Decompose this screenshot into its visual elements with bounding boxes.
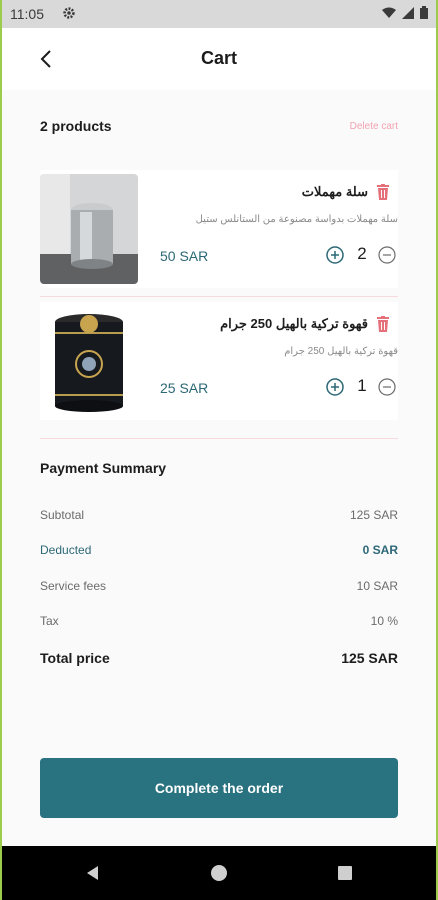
cart-content: 2 products Delete cart سلة مهملات سلة مه… (2, 90, 436, 846)
cart-item: سلة مهملات سلة مهملات بدواسة مصنوعة من ا… (40, 170, 398, 288)
summary-value: 125 SAR (349, 508, 398, 522)
nav-back-icon[interactable] (84, 864, 102, 882)
divider (40, 296, 398, 297)
trash-icon[interactable] (376, 184, 390, 200)
summary-label: Deducted (40, 543, 92, 557)
settings-icon (63, 7, 75, 19)
summary-row-total: Total price 125 SAR (40, 650, 398, 668)
summary-value: 10 SAR (356, 579, 398, 593)
status-bar: 11:05 (2, 0, 436, 28)
nav-recents-icon[interactable] (336, 864, 354, 882)
summary-label: Total price (40, 650, 110, 666)
summary-row-tax: Tax 10 % (40, 614, 398, 632)
trash-icon[interactable] (376, 316, 390, 332)
complete-order-button[interactable]: Complete the order (40, 758, 398, 818)
divider (40, 438, 398, 439)
product-image (40, 174, 138, 284)
product-name: سلة مهملات (301, 184, 368, 199)
summary-row-subtotal: Subtotal 125 SAR (40, 508, 398, 526)
quantity-value: 1 (357, 376, 367, 395)
minus-circle-icon[interactable] (378, 246, 396, 264)
cart-header: 2 products Delete cart (40, 118, 398, 138)
page-title: Cart (200, 48, 237, 68)
product-image (40, 306, 138, 416)
payment-summary-title: Payment Summary (40, 460, 167, 476)
summary-row-deducted: Deducted 0 SAR (40, 543, 398, 561)
product-count: 2 products (40, 118, 112, 134)
product-name: قهوة تركية بالهيل 250 جرام (220, 316, 368, 331)
summary-value: 0 SAR (362, 543, 398, 557)
phone-screen: 11:05 Cart 2 products Delete cart سلة مه… (2, 0, 436, 900)
plus-circle-icon[interactable] (326, 378, 344, 396)
summary-value: 10 % (370, 614, 398, 628)
nav-home-icon[interactable] (210, 864, 228, 882)
summary-label: Subtotal (40, 508, 85, 522)
signal-icon (402, 6, 414, 19)
android-nav-bar (2, 846, 436, 900)
status-time: 11:05 (10, 6, 44, 22)
delete-cart-button[interactable]: Delete cart (350, 121, 398, 132)
product-description: قهوة تركية بالهيل 250 جرام (284, 346, 398, 357)
product-price: 25 SAR (160, 380, 209, 396)
summary-value: 125 SAR (341, 650, 398, 666)
product-description: سلة مهملات بدواسة مصنوعة من الستانلس ستي… (195, 214, 398, 225)
cart-item: قهوة تركية بالهيل 250 جرام قهوة تركية با… (40, 302, 398, 420)
summary-label: Service fees (40, 579, 107, 593)
summary-row-service-fees: Service fees 10 SAR (40, 579, 398, 597)
plus-circle-icon[interactable] (326, 246, 344, 264)
minus-circle-icon[interactable] (378, 378, 396, 396)
product-price: 50 SAR (160, 248, 209, 264)
status-icons (382, 6, 428, 19)
summary-label: Tax (40, 614, 59, 628)
app-bar: Cart (2, 28, 436, 91)
battery-icon (420, 6, 428, 19)
wifi-icon (382, 7, 396, 18)
quantity-value: 2 (357, 244, 367, 263)
